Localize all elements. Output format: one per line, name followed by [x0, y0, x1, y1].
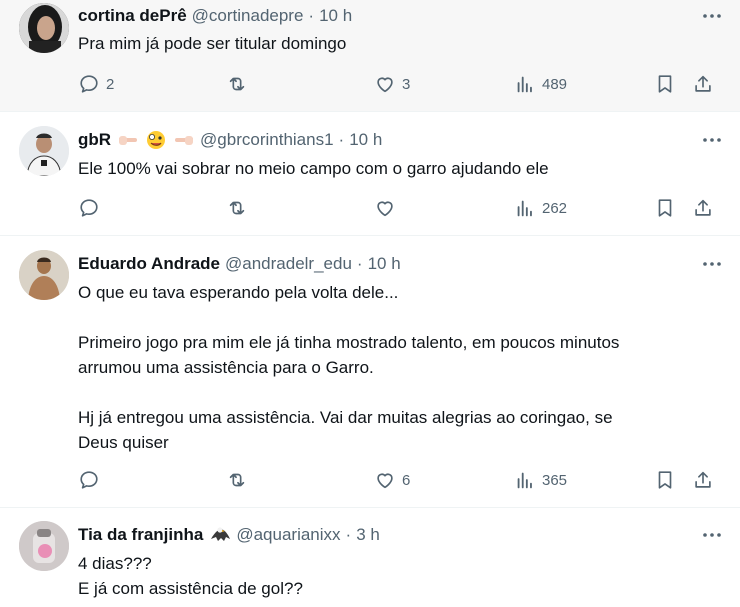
bookmark-icon: [654, 197, 676, 219]
pointing-left-emoji: [175, 136, 194, 145]
retweet-icon: [226, 197, 248, 219]
tweet-card[interactable]: cortina dePrê @cortinadepre · 10 h Pra m…: [0, 0, 740, 112]
heart-icon: [374, 197, 396, 219]
view-count: 365: [542, 471, 568, 489]
separator-dot: ·: [338, 130, 345, 149]
reply-button[interactable]: [78, 197, 226, 219]
bookmark-button[interactable]: [654, 197, 692, 219]
avatar[interactable]: [19, 3, 69, 53]
share-icon: [692, 73, 714, 95]
avatar[interactable]: [19, 521, 69, 571]
share-button[interactable]: [692, 73, 716, 95]
share-icon: [692, 469, 714, 491]
reply-icon: [78, 197, 100, 219]
more-options-icon[interactable]: [702, 6, 722, 26]
tweet-header: Eduardo Andrade @andradelr_edu · 10 h: [78, 253, 401, 275]
tweet-text: O que eu tava esperando pela volta dele.…: [78, 283, 620, 452]
tweet-card[interactable]: gbR @gbrcorinthians1 · 10 h Ele 100% vai…: [0, 112, 740, 236]
more-options-icon[interactable]: [702, 130, 722, 150]
tweet-header: cortina dePrê @cortinadepre · 10 h: [78, 5, 352, 27]
separator-dot: ·: [308, 6, 315, 25]
pointing-right-emoji: [119, 136, 138, 145]
views-button[interactable]: 489: [514, 73, 654, 95]
name-emoji-badge: [117, 130, 195, 150]
like-button[interactable]: 6: [374, 469, 514, 491]
more-options-icon[interactable]: [702, 525, 722, 545]
share-button[interactable]: [692, 197, 716, 219]
separator-dot: ·: [345, 525, 352, 544]
share-button[interactable]: [692, 469, 716, 491]
share-icon: [692, 197, 714, 219]
bookmark-button[interactable]: [654, 73, 692, 95]
reply-count: 2: [106, 75, 115, 93]
heart-icon: [374, 73, 396, 95]
author-handle[interactable]: @gbrcorinthians1: [200, 130, 334, 150]
tweet-card[interactable]: Eduardo Andrade @andradelr_edu · 10 h O …: [0, 236, 740, 508]
like-button[interactable]: [374, 197, 514, 219]
tweet-card[interactable]: Tia da franjinha @aquarianixx · 3 h 4 di…: [0, 508, 740, 607]
author-name[interactable]: Eduardo Andrade: [78, 254, 220, 274]
tweet-header: Tia da franjinha @aquarianixx · 3 h: [78, 524, 380, 546]
tweet-text: Ele 100% vai sobrar no meio campo com o …: [78, 159, 549, 178]
retweet-button[interactable]: [226, 469, 374, 491]
action-bar: 6 365: [78, 468, 726, 492]
separator-dot: ·: [356, 254, 363, 273]
eagle-emoji: [211, 527, 231, 541]
author-handle[interactable]: @andradelr_edu: [225, 254, 352, 274]
timestamp[interactable]: 10 h: [349, 130, 382, 150]
tweet-header: gbR @gbrcorinthians1 · 10 h: [78, 129, 382, 151]
view-count: 262: [542, 199, 568, 217]
views-button[interactable]: 262: [514, 197, 654, 219]
tweet-text: 4 dias??? E já com assistência de gol??: [78, 554, 303, 598]
name-emoji-badge: [209, 525, 231, 545]
avatar[interactable]: [19, 250, 69, 300]
retweet-icon: [226, 73, 248, 95]
reply-button[interactable]: [78, 469, 226, 491]
bookmark-icon: [654, 469, 676, 491]
views-button[interactable]: 365: [514, 469, 654, 491]
retweet-button[interactable]: [226, 197, 374, 219]
like-count: 6: [402, 471, 411, 489]
action-bar: 262: [78, 196, 726, 220]
bookmark-button[interactable]: [654, 469, 692, 491]
author-handle[interactable]: @cortinadepre: [192, 6, 304, 26]
heart-icon: [374, 469, 396, 491]
bar-chart-icon: [514, 73, 536, 95]
timestamp[interactable]: 10 h: [368, 254, 401, 274]
retweet-icon: [226, 469, 248, 491]
more-options-icon[interactable]: [702, 254, 722, 274]
zany-face-emoji: [147, 131, 166, 149]
reply-button[interactable]: 2: [78, 73, 226, 95]
avatar[interactable]: [19, 126, 69, 176]
author-name[interactable]: cortina dePrê: [78, 6, 187, 26]
like-count: 3: [402, 75, 411, 93]
reply-feed: cortina dePrê @cortinadepre · 10 h Pra m…: [0, 0, 740, 607]
timestamp[interactable]: 3 h: [356, 525, 380, 545]
like-button[interactable]: 3: [374, 73, 514, 95]
action-bar: 2 3 489: [78, 72, 726, 96]
bookmark-icon: [654, 73, 676, 95]
retweet-button[interactable]: [226, 73, 374, 95]
author-handle[interactable]: @aquarianixx: [236, 525, 340, 545]
author-name[interactable]: Tia da franjinha: [78, 525, 203, 545]
reply-icon: [78, 73, 100, 95]
tweet-text: Pra mim já pode ser titular domingo: [78, 34, 347, 53]
bar-chart-icon: [514, 197, 536, 219]
bar-chart-icon: [514, 469, 536, 491]
reply-icon: [78, 469, 100, 491]
view-count: 489: [542, 75, 568, 93]
timestamp[interactable]: 10 h: [319, 6, 352, 26]
author-name[interactable]: gbR: [78, 130, 111, 150]
